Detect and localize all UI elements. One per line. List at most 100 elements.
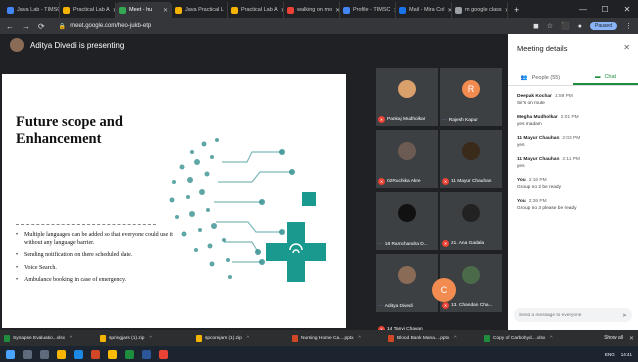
download-item[interactable]: Blood Bank Mana....pptx ^ [388, 334, 484, 342]
word-icon[interactable] [142, 349, 151, 359]
profile-icon[interactable]: ● [578, 23, 582, 30]
participant-tile[interactable]: C✕14 Tanvi Chavan [376, 278, 504, 336]
slide-title: Future scope and Enhancement [16, 114, 123, 147]
sender-name: 11 Mayur Chauhan [517, 157, 560, 162]
participant-name: ✕ 21. Ana Gadala [442, 240, 484, 247]
excel-icon[interactable] [125, 349, 134, 359]
participant-tile[interactable]: ✕ Pankaj Mudholkar [376, 68, 438, 126]
os-taskbar: ENG 14:41 [0, 346, 638, 362]
task-view-icon[interactable] [40, 349, 49, 359]
message-time: 2:03 PM [562, 136, 581, 141]
close-window-icon[interactable]: ✕ [616, 0, 638, 18]
menu-icon[interactable]: ⋮ [625, 22, 632, 30]
download-item[interactable]: Synapse Evaluatio...xlsx ^ [4, 334, 100, 342]
panel-tabs: 👥 People (55) ▬ Chat [508, 70, 638, 86]
app-icon[interactable] [159, 349, 168, 359]
chevron-up-icon[interactable]: ^ [550, 336, 552, 341]
participant-tile[interactable]: ⋯ 18 Ramchandra D... [376, 192, 438, 250]
camera-icon[interactable]: ◼ [533, 22, 539, 30]
participant-tile[interactable]: R ⋯ Rajesh Kapur [440, 68, 502, 126]
download-item[interactable]: Nursing Home Ca....pptx ^ [292, 334, 388, 342]
file-icon [100, 334, 106, 342]
participant-grid: ✕ Pankaj Mudholkar R ⋯ Rajesh Kapur ✕ 02Ruchik… [372, 34, 508, 333]
tab-favicon-icon [119, 6, 126, 14]
participant-name-text: Pankaj Mudholkar [387, 117, 426, 122]
address-bar: ← → ⟳ 🔒 meet.google.com/heo-jukb-etp ◼ ☆… [0, 18, 638, 34]
message-sender: You 2:36 PM [517, 199, 633, 204]
message-sender: You 2:16 PM [517, 178, 633, 183]
paused-badge[interactable]: Paused [590, 22, 617, 30]
chat-message: You 2:36 PM Group no 3 please be ready [517, 199, 633, 211]
participant-tile[interactable]: ✕ 21. Ana Gadala [440, 192, 502, 250]
minimize-icon[interactable]: — [572, 0, 594, 18]
forward-icon[interactable]: → [22, 22, 30, 31]
sender-name: You [517, 199, 526, 204]
chevron-up-icon[interactable]: ^ [247, 336, 249, 341]
message-time: 2:36 PM [528, 199, 547, 204]
download-item[interactable]: spcorejars (1).zip ^ [196, 334, 292, 342]
participant-name-text: 18 Ramchandra D... [384, 242, 428, 247]
close-icon[interactable]: ✕ [623, 43, 630, 52]
chrome-icon[interactable] [108, 349, 117, 359]
downloads-bar: Synapse Evaluatio...xlsx ^ springjars (1).… [0, 330, 638, 346]
chevron-up-icon[interactable]: ^ [149, 336, 151, 341]
browser-tab[interactable]: Mail - Mira Col ✕ [396, 2, 452, 18]
browser-tab[interactable]: m google class✕ [452, 2, 508, 18]
tab-label: Meet - hu [129, 7, 153, 13]
sender-name: Megha Mudholkar [517, 115, 558, 120]
browser-tab[interactable]: Practical Lab A✕ [60, 2, 116, 18]
browser-tab[interactable]: Meet - hu ✕ [116, 2, 172, 18]
close-downloads-icon[interactable]: ✕ [629, 335, 634, 342]
presentation-slide: Future scope and Enhancement Multiple la… [2, 74, 346, 328]
back-icon[interactable]: ← [6, 22, 14, 31]
url-field[interactable]: 🔒 meet.google.com/heo-jukb-etp [59, 23, 152, 30]
download-item[interactable]: Copy of Carbohyd....xlsx ^ [484, 334, 580, 342]
participant-name: ✕ 02Ruchika Akre [378, 178, 421, 185]
browser-tab[interactable]: Practical Lab A✕ [228, 2, 284, 18]
show-all-button[interactable]: Show all [604, 335, 629, 341]
tab-chat[interactable]: ▬ Chat [573, 70, 638, 85]
participant-tile[interactable]: ✕ 02Ruchika Akre [376, 130, 438, 188]
tab-label: Practical Lab A [241, 7, 278, 13]
file-icon [4, 334, 10, 342]
chevron-up-icon[interactable]: ^ [359, 336, 361, 341]
download-item[interactable]: springjars (1).zip ^ [100, 334, 196, 342]
message-text: Group no 3 please be ready [517, 206, 577, 211]
tab-close-icon[interactable]: ✕ [163, 7, 168, 14]
people-icon: 👥 [520, 74, 528, 81]
star-icon[interactable]: ☆ [547, 22, 553, 30]
file-explorer-icon[interactable] [57, 349, 66, 359]
tab-favicon-icon [63, 6, 70, 14]
chat-input[interactable] [519, 312, 619, 318]
browser-tab[interactable]: Java Practical L✕ [172, 2, 228, 18]
tab-favicon-icon [287, 6, 294, 14]
extension-icon[interactable]: ⬛ [561, 22, 570, 30]
tab-chat-label: Chat [604, 73, 617, 80]
clock[interactable]: 14:41 [621, 352, 632, 357]
store-icon[interactable] [74, 349, 83, 359]
lang-indicator[interactable]: ENG [605, 352, 615, 357]
search-icon[interactable] [23, 349, 32, 359]
chat-compose[interactable]: ➤ [514, 308, 632, 322]
send-icon[interactable]: ➤ [622, 312, 627, 319]
speaking-icon: ⋯ [378, 242, 383, 247]
tab-people[interactable]: 👥 People (55) [508, 70, 573, 85]
message-sender: 11 Mayur Chauhan 2:03 PM [517, 136, 633, 141]
chevron-up-icon[interactable]: ^ [70, 336, 72, 341]
start-icon[interactable] [6, 349, 15, 359]
powerpoint-icon[interactable] [91, 349, 100, 359]
reload-icon[interactable]: ⟳ [38, 22, 45, 31]
tab-label: Mail - Mira Col [409, 7, 445, 13]
new-tab-icon[interactable]: + [508, 2, 525, 18]
participant-name: ⋯ Rajesh Kapur [442, 118, 478, 123]
participant-tile[interactable]: ✕ 11 Mayur Chauhan [440, 130, 502, 188]
digital-health-illustration [169, 138, 326, 282]
browser-tab[interactable]: Profile - TIMSC✕ [340, 2, 396, 18]
tab-favicon-icon [399, 6, 406, 14]
browser-tab[interactable]: walking on mo ✕ [284, 2, 340, 18]
sender-name: You [517, 178, 526, 183]
browser-tab[interactable]: Java Lab - TIMSC✕ [4, 2, 60, 18]
tab-favicon-icon [175, 6, 182, 14]
chevron-up-icon[interactable]: ^ [454, 336, 456, 341]
maximize-icon[interactable]: ☐ [594, 0, 616, 18]
